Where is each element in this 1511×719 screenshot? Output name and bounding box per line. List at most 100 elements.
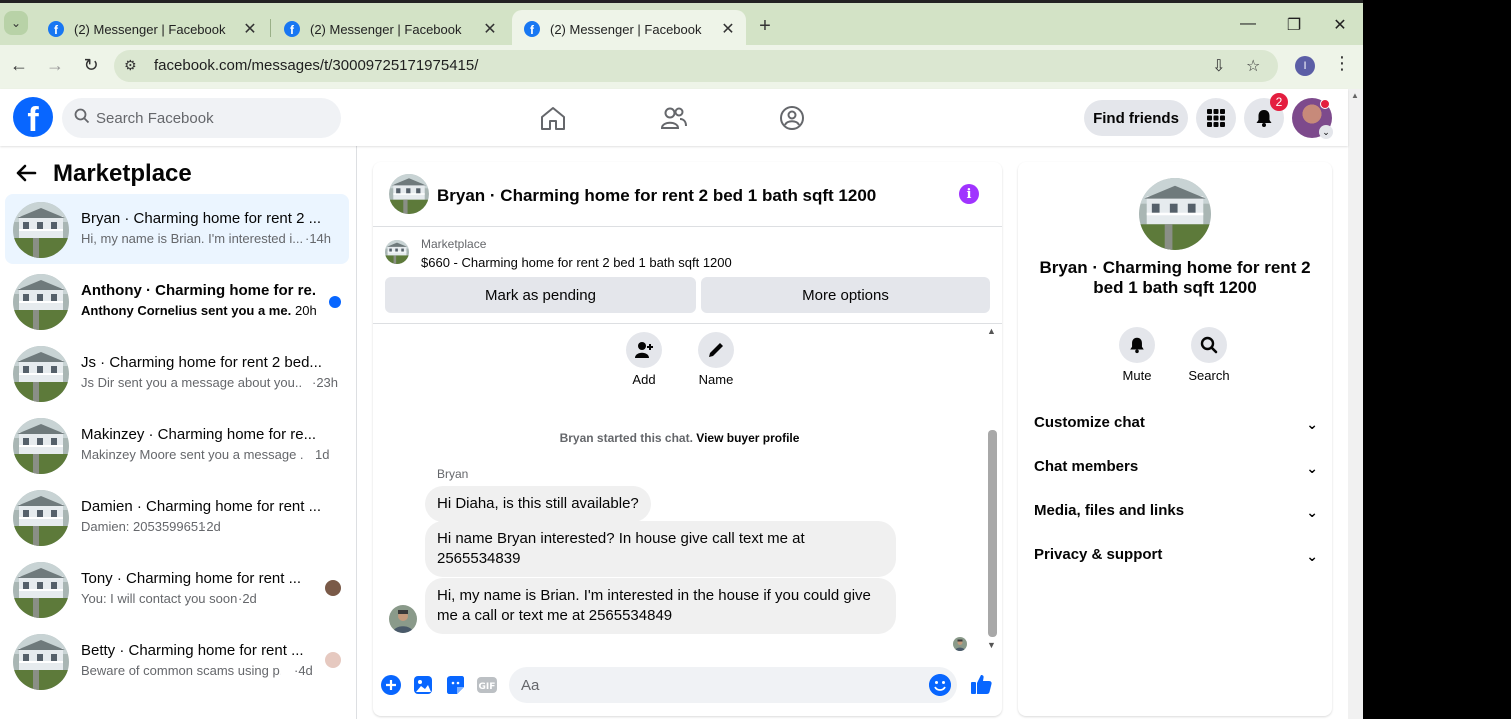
menu-grid-button[interactable] — [1196, 98, 1236, 138]
conversation-avatar — [13, 274, 69, 330]
scroll-thumb[interactable] — [988, 430, 997, 637]
page-scrollbar[interactable]: ▲ — [1348, 89, 1363, 719]
conversation-time: 20h — [295, 303, 317, 318]
url-text[interactable]: facebook.com/messages/t/3000972517197541… — [154, 57, 478, 74]
friends-icon[interactable] — [658, 103, 688, 133]
conversation-name: Damien · Charming home for rent ... — [81, 498, 322, 515]
chevron-down-icon: ⌄ — [1306, 416, 1318, 432]
section-label: Media, files and links — [1034, 502, 1185, 519]
sender-avatar[interactable] — [389, 605, 417, 633]
scroll-down-arrow-icon[interactable]: ▼ — [987, 640, 996, 650]
chat-avatar[interactable] — [389, 174, 429, 214]
conversation-item[interactable]: Bryan · Charming home for rent 2 ... Hi, … — [5, 194, 349, 264]
close-window-icon[interactable]: ✕ — [1328, 15, 1352, 35]
mark-as-pending-button[interactable]: Mark as pending — [385, 277, 696, 313]
tab-separator — [270, 19, 271, 37]
plus-circle-icon[interactable] — [380, 674, 402, 696]
emoji-icon[interactable] — [929, 674, 951, 696]
conversation-snippet: Makinzey Moore sent you a message ... — [81, 447, 303, 462]
message-bubble[interactable]: Hi name Bryan interested? In house give … — [425, 521, 896, 577]
sticker-icon[interactable] — [444, 674, 466, 696]
message-input[interactable] — [521, 667, 921, 703]
name-chat-button[interactable] — [698, 332, 734, 368]
search-in-chat-button[interactable] — [1191, 327, 1227, 363]
conversation-item[interactable]: Damien · Charming home for rent ... Damie… — [5, 482, 349, 552]
forward-arrow-icon[interactable]: → — [43, 55, 67, 76]
add-person-icon — [635, 342, 653, 358]
scroll-up-arrow-icon[interactable]: ▲ — [987, 326, 996, 336]
conversation-time: ·2d — [202, 519, 221, 534]
conversation-item[interactable]: Makinzey · Charming home for re... Makinz… — [5, 410, 349, 480]
listing-thumbnail[interactable] — [385, 240, 409, 264]
photo-icon[interactable] — [412, 674, 434, 696]
conversation-item[interactable]: Js · Charming home for rent 2 bed... Js D… — [5, 338, 349, 408]
gif-icon[interactable]: GIF — [476, 674, 498, 696]
tab-search-button[interactable]: ⌄ — [4, 11, 28, 35]
details-title: Bryan · Charming home for rent 2 bed 1 b… — [1039, 258, 1311, 297]
add-label: Add — [632, 372, 656, 387]
mute-button[interactable] — [1119, 327, 1155, 363]
thumbs-up-icon[interactable] — [969, 672, 993, 696]
restore-icon[interactable]: ❐ — [1282, 15, 1306, 35]
chat-title[interactable]: Bryan · Charming home for rent 2 bed 1 b… — [437, 186, 876, 206]
message-composer[interactable] — [509, 667, 957, 703]
account-alert-dot — [1320, 99, 1330, 109]
svg-text:GIF: GIF — [479, 682, 496, 692]
tab-3-active[interactable]: f (2) Messenger | Facebook ✕ — [512, 10, 746, 48]
conversation-snippet: Beware of common scams using p... — [81, 663, 281, 678]
add-person-button[interactable] — [626, 332, 662, 368]
account-chevron-down-icon[interactable]: ⌄ — [1319, 125, 1333, 139]
conversation-item[interactable]: Anthony · Charming home for re... Anthony… — [5, 266, 349, 336]
back-arrow-icon[interactable]: ← — [7, 55, 31, 76]
find-friends-button[interactable]: Find friends — [1084, 100, 1188, 136]
browser-toolbar: ← → ↻ ⚙ facebook.com/messages/t/30009725… — [0, 45, 1363, 89]
read-receipt-avatar — [953, 637, 967, 651]
privacy-support-section[interactable]: Privacy & support ⌄ — [1034, 546, 1318, 570]
close-tab-icon[interactable]: ✕ — [240, 19, 260, 39]
message-bubble[interactable]: Hi Diaha, is this still available? — [425, 486, 651, 522]
chat-scrollbar[interactable]: ▲ ▼ — [986, 326, 998, 652]
minimize-icon[interactable]: — — [1236, 15, 1260, 33]
search-box[interactable] — [62, 98, 341, 138]
tab-title: (2) Messenger | Facebook — [310, 21, 462, 37]
chat-members-section[interactable]: Chat members ⌄ — [1034, 458, 1318, 482]
conversation-avatar — [13, 202, 69, 258]
install-app-icon[interactable]: ⇩ — [1212, 56, 1225, 76]
search-input[interactable] — [96, 98, 331, 138]
browser-profile-avatar[interactable]: I — [1295, 56, 1315, 76]
scroll-up-arrow-icon[interactable]: ▲ — [1351, 91, 1359, 100]
browser-menu-icon[interactable]: ⋮ — [1333, 53, 1351, 74]
close-tab-icon[interactable]: ✕ — [480, 19, 500, 39]
media-files-links-section[interactable]: Media, files and links ⌄ — [1034, 502, 1318, 526]
chevron-down-icon: ⌄ — [1306, 548, 1318, 564]
facebook-logo-icon[interactable]: f — [13, 97, 53, 137]
groups-icon[interactable] — [777, 103, 807, 133]
tab-2[interactable]: f (2) Messenger | Facebook ✕ — [272, 10, 508, 48]
conversation-name: Anthony · Charming home for re... — [81, 282, 317, 299]
tab-1[interactable]: f (2) Messenger | Facebook ✕ — [36, 10, 268, 48]
view-buyer-profile-link[interactable]: View buyer profile — [696, 431, 799, 445]
close-tab-icon[interactable]: ✕ — [718, 19, 738, 39]
back-arrow-icon[interactable] — [15, 162, 37, 191]
conversation-item[interactable]: Betty · Charming home for rent ... Beware… — [5, 626, 349, 696]
message-bubble[interactable]: Hi, my name is Brian. I'm interested in … — [425, 578, 896, 634]
bookmark-star-icon[interactable]: ☆ — [1246, 56, 1260, 76]
more-options-button[interactable]: More options — [701, 277, 990, 313]
conversation-item[interactable]: Tony · Charming home for rent ... You: I … — [5, 554, 349, 624]
customize-chat-section[interactable]: Customize chat ⌄ — [1034, 414, 1318, 438]
grid-icon — [1207, 109, 1225, 127]
home-icon[interactable] — [538, 103, 568, 133]
new-tab-button[interactable]: + — [754, 15, 776, 38]
conversation-avatar — [13, 418, 69, 474]
reload-icon[interactable]: ↻ — [79, 55, 103, 76]
conversation-avatar — [13, 490, 69, 546]
conversation-name: Betty · Charming home for rent ... — [81, 642, 304, 659]
details-avatar[interactable] — [1139, 178, 1211, 250]
listing-title[interactable]: $660 - Charming home for rent 2 bed 1 ba… — [421, 255, 732, 270]
search-icon — [74, 108, 90, 128]
chat-started-text: Bryan started this chat. — [559, 431, 693, 445]
facebook-favicon-icon: f — [48, 21, 64, 37]
address-bar[interactable]: ⚙ facebook.com/messages/t/30009725171975… — [114, 50, 1278, 82]
info-icon[interactable]: i — [959, 184, 979, 204]
site-info-icon[interactable]: ⚙ — [124, 57, 137, 74]
